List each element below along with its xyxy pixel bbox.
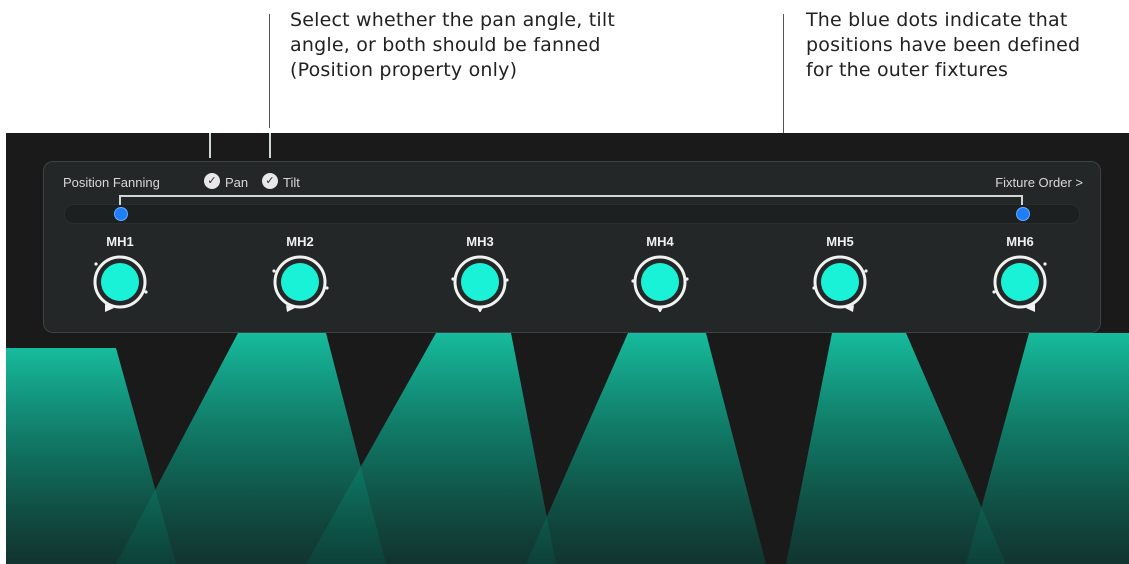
fixture-label: MH1 xyxy=(106,234,134,249)
fixture-mh6[interactable]: MH6 xyxy=(980,234,1060,330)
callout-right-line3: for the outer fixtures xyxy=(806,59,1009,81)
fixture-mh2[interactable]: MH2 xyxy=(260,234,340,330)
callout-left-line3: (Position property only) xyxy=(290,59,518,81)
fixture-knob-icon[interactable] xyxy=(810,252,870,312)
callout-left-line1: Select whether the pan angle, tilt xyxy=(290,9,616,31)
fixture-knob-icon[interactable] xyxy=(450,252,510,312)
tilt-checkbox[interactable]: ✓ xyxy=(262,173,278,189)
position-dot-right[interactable] xyxy=(1016,207,1030,221)
fixture-label: MH6 xyxy=(1006,234,1034,249)
fixture-knob-icon[interactable] xyxy=(270,252,330,312)
callout-blue-dots: The blue dots indicate that positions ha… xyxy=(806,8,1126,83)
bracket-right-horizontal xyxy=(119,195,1023,197)
callout-right-line2: positions have been defined xyxy=(806,34,1081,56)
fixture-mh1[interactable]: MH1 xyxy=(80,234,160,330)
bracket-left-down-tilt xyxy=(269,133,271,158)
beam-6 xyxy=(966,333,1129,564)
fixture-label: MH4 xyxy=(646,234,674,249)
position-dot-left[interactable] xyxy=(114,207,128,221)
callout-right-line1: The blue dots indicate that xyxy=(806,9,1068,31)
bracket-right-right-down xyxy=(1021,195,1023,205)
pan-label[interactable]: Pan xyxy=(225,175,248,190)
fixture-label: MH5 xyxy=(826,234,854,249)
fixture-mh4[interactable]: MH4 xyxy=(620,234,700,330)
fanning-track[interactable] xyxy=(64,204,1080,224)
tilt-label[interactable]: Tilt xyxy=(283,175,300,190)
leader-line-left-vertical xyxy=(269,14,270,128)
callout-pan-tilt: Select whether the pan angle, tilt angle… xyxy=(290,8,710,83)
bracket-left-down-pan xyxy=(209,133,211,158)
fixture-knob-icon[interactable] xyxy=(630,252,690,312)
beam-4 xyxy=(526,333,766,564)
fixture-knob-icon[interactable] xyxy=(90,252,150,312)
bracket-right-left-down xyxy=(119,195,121,205)
fixture-mh5[interactable]: MH5 xyxy=(800,234,880,330)
panel-title: Position Fanning xyxy=(63,175,160,190)
pan-checkbox[interactable]: ✓ xyxy=(204,173,220,189)
beam-5 xyxy=(786,333,1006,564)
callout-left-line2: angle, or both should be fanned xyxy=(290,34,601,56)
fixture-order-link[interactable]: Fixture Order > xyxy=(995,175,1083,190)
fixture-label: MH3 xyxy=(466,234,494,249)
position-fanning-panel: Position Fanning ✓ Pan ✓ Tilt Fixture Or… xyxy=(43,161,1101,333)
stage: Position Fanning ✓ Pan ✓ Tilt Fixture Or… xyxy=(6,133,1129,564)
fixture-label: MH2 xyxy=(286,234,314,249)
fixture-knob-icon[interactable] xyxy=(990,252,1050,312)
fixture-mh3[interactable]: MH3 xyxy=(440,234,520,330)
